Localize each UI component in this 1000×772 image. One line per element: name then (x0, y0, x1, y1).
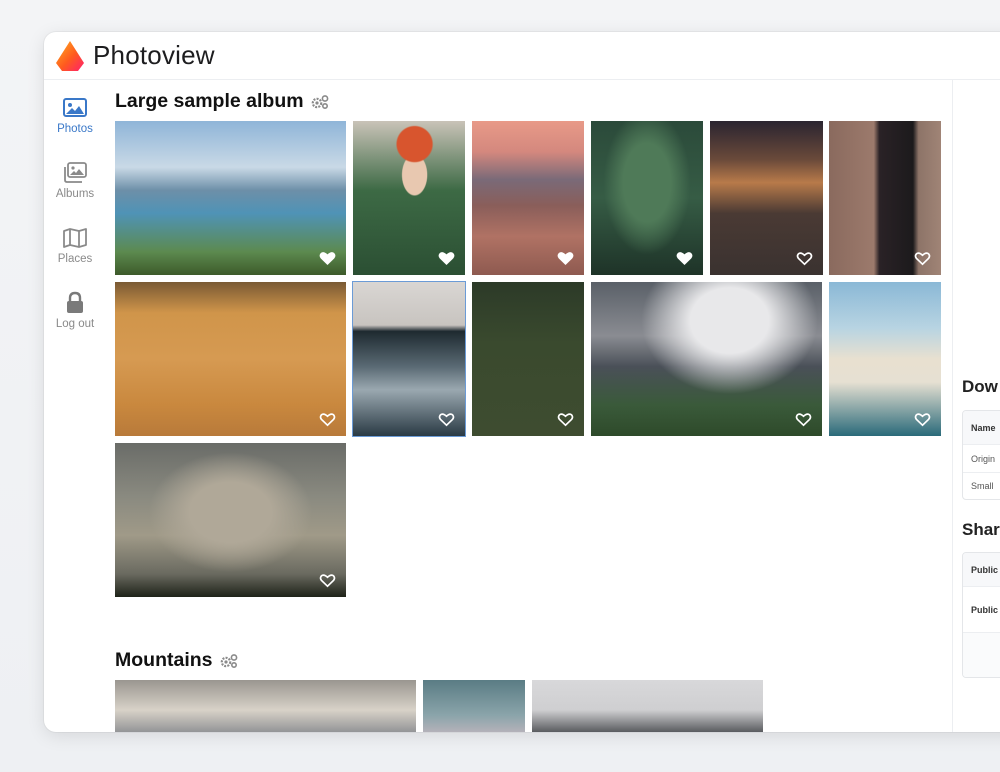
download-table-header: Name (963, 411, 1000, 445)
albums-icon (64, 162, 87, 183)
photo-thumbnail[interactable] (591, 282, 822, 436)
sharing-row[interactable]: Public (963, 587, 1000, 633)
download-row[interactable]: Origin (963, 445, 1000, 473)
sidebar-item-photos[interactable]: Photos (44, 96, 106, 161)
heart-outline-icon[interactable] (796, 251, 813, 266)
map-icon (63, 228, 87, 248)
heart-outline-icon[interactable] (914, 412, 931, 427)
photo-image (115, 282, 346, 436)
sidebar-item-logout[interactable]: Log out (44, 291, 106, 356)
sidebar-item-label: Photos (57, 123, 93, 135)
heart-filled-icon[interactable] (438, 251, 455, 266)
heart-filled-icon[interactable] (676, 251, 693, 266)
photo-thumbnail[interactable] (115, 282, 346, 436)
sidebar-item-label: Albums (55, 188, 95, 200)
photo-image (115, 443, 346, 597)
photo-icon (63, 98, 87, 117)
sidebar-item-label: Places (57, 253, 93, 265)
album-title-text[interactable]: Large sample album (115, 90, 304, 113)
photo-thumbnail[interactable] (115, 680, 416, 732)
download-heading: Dow (962, 377, 998, 396)
heart-outline-icon[interactable] (914, 251, 931, 266)
photo-image (532, 680, 763, 732)
download-row[interactable]: Small (963, 473, 1000, 499)
photoview-logo-icon (56, 40, 84, 71)
photo-thumbnail[interactable] (352, 281, 466, 437)
sidebar: Photos Albums Places Log out (44, 80, 106, 732)
main-content: Large sample album Mountains (115, 80, 955, 732)
photo-image (423, 680, 525, 732)
heart-outline-icon[interactable] (557, 412, 574, 427)
photo-thumbnail[interactable] (423, 680, 525, 732)
sharing-table: Public Public (962, 552, 1000, 678)
photo-thumbnail[interactable] (710, 121, 823, 275)
heart-outline-icon[interactable] (319, 573, 336, 588)
app-title: Photoview (93, 40, 215, 70)
gears-icon[interactable] (310, 94, 330, 110)
album-title[interactable]: Large sample album (115, 90, 330, 113)
gears-icon[interactable] (219, 653, 239, 669)
photo-thumbnail[interactable] (472, 121, 584, 275)
top-bar: Photoview (44, 32, 1000, 80)
heart-outline-icon[interactable] (319, 412, 336, 427)
photo-thumbnail[interactable] (115, 443, 346, 597)
photo-thumbnail[interactable] (353, 121, 465, 275)
sharing-row (963, 633, 1000, 677)
heart-outline-icon[interactable] (438, 412, 455, 427)
lock-icon (67, 291, 83, 313)
photo-image (115, 680, 416, 732)
download-table: Name Origin Small (962, 410, 1000, 500)
app-window: Photoview Photos Albums Places Log out L… (44, 32, 1000, 732)
sidebar-item-places[interactable]: Places (44, 226, 106, 291)
sidebar-item-label: Log out (55, 318, 95, 330)
photo-thumbnail[interactable] (532, 680, 763, 732)
photo-image (591, 282, 822, 436)
photo-thumbnail[interactable] (591, 121, 703, 275)
photo-thumbnail[interactable] (115, 121, 346, 275)
photo-thumbnail[interactable] (829, 282, 941, 436)
heart-outline-icon[interactable] (795, 412, 812, 427)
album-title-text[interactable]: Mountains (115, 649, 213, 672)
photo-thumbnail[interactable] (472, 282, 584, 436)
sharing-heading: Shari (962, 520, 1000, 539)
album-title[interactable]: Mountains (115, 649, 239, 672)
photo-image (115, 121, 346, 275)
heart-filled-icon[interactable] (557, 251, 574, 266)
photo-details-panel: Dow Name Origin Small Shari Public Publi… (952, 80, 1000, 732)
photo-thumbnail[interactable] (829, 121, 941, 275)
heart-filled-icon[interactable] (319, 251, 336, 266)
sharing-row: Public (963, 553, 1000, 587)
sidebar-item-albums[interactable]: Albums (44, 161, 106, 226)
